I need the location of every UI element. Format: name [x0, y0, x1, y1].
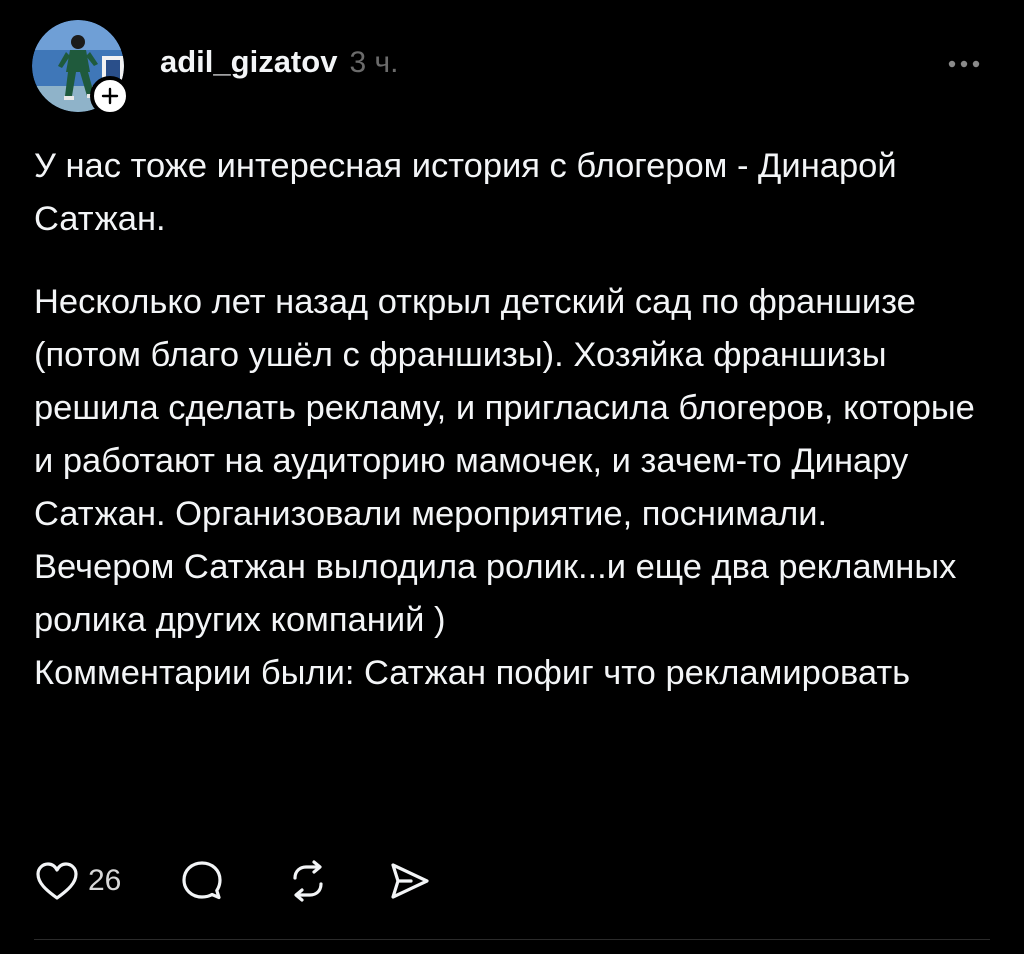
post-body: У нас тоже интересная история с блогером… [34, 140, 984, 700]
post-paragraph: Комментарии были: Сатжан пофиг что рекла… [34, 654, 911, 692]
repost-button[interactable] [285, 858, 331, 904]
like-count: 26 [88, 864, 122, 897]
post-timestamp: 3 ч. [349, 46, 399, 79]
like-button[interactable]: 26 [34, 860, 121, 902]
more-horizontal-icon [948, 60, 980, 68]
post-divider [34, 939, 990, 940]
post-paragraph: Несколько лет назад открыл детский сад п… [34, 283, 975, 533]
username-link[interactable]: adil_gizatov [160, 44, 337, 80]
avatar-container [32, 20, 130, 116]
send-icon [391, 863, 429, 899]
follow-button[interactable] [90, 76, 130, 116]
thread-post: adil_gizatov 3 ч. У нас тоже интересная … [0, 0, 1024, 954]
share-button[interactable] [387, 858, 433, 904]
repost-icon [293, 860, 323, 902]
plus-icon [101, 87, 119, 105]
action-bar: 26 [34, 856, 433, 906]
comment-icon [182, 861, 222, 900]
comment-button[interactable] [179, 858, 225, 904]
more-options-button[interactable] [940, 52, 988, 76]
post-paragraph: Вечером Сатжан вылодила ролик...и еще дв… [34, 548, 957, 639]
post-paragraph: У нас тоже интересная история с блогером… [34, 147, 897, 238]
post-header: adil_gizatov 3 ч. [160, 44, 398, 88]
heart-icon [36, 862, 78, 900]
